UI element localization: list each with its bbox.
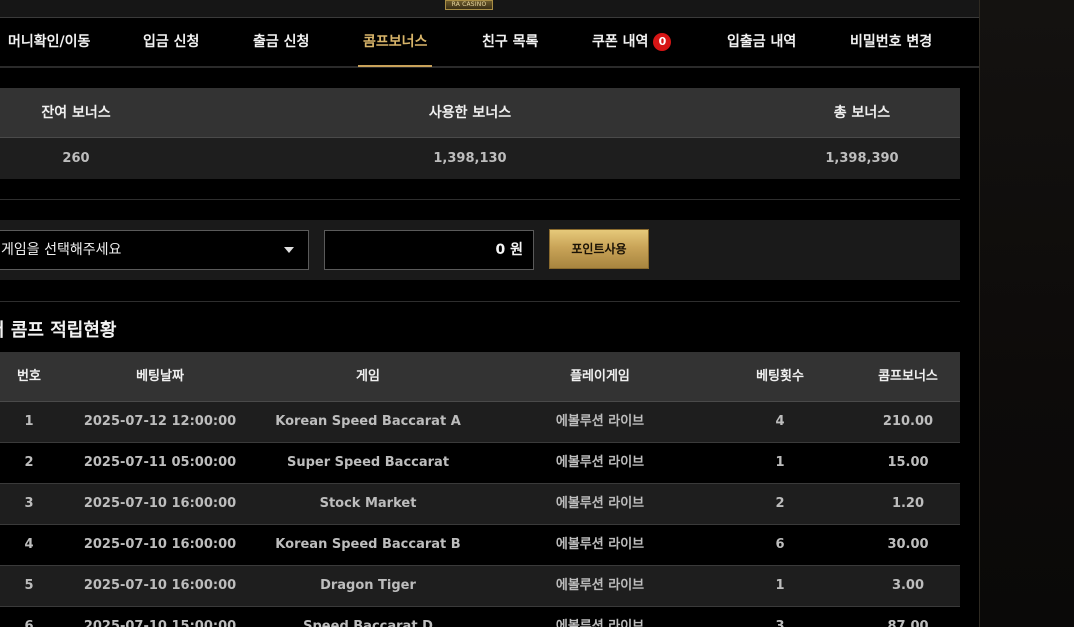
row-play-game: 에볼루션 라이브 xyxy=(555,619,645,627)
tab-money-check[interactable]: 머니확인/이동 xyxy=(8,18,90,66)
col-header-play-game: 플레이게임 xyxy=(570,369,630,384)
row-game: Super Speed Baccarat xyxy=(286,455,450,470)
row-number: 5 xyxy=(24,578,34,593)
main-frame: RA CASINO 머니확인/이동 입금 신청 출금 신청 콤프보너스 친구 목… xyxy=(0,0,980,627)
row-bet-date: 2025-07-10 16:00:00 xyxy=(83,537,237,552)
row-bet-date: 2025-07-10 16:00:00 xyxy=(83,496,237,511)
active-tab-indicator xyxy=(358,65,432,67)
bonus-summary-table: 잔여 보너스 사용한 보너스 총 보너스 260 1,398,130 1,398… xyxy=(0,88,960,179)
summary-header-row: 잔여 보너스 사용한 보너스 총 보너스 xyxy=(0,88,960,138)
tab-comp-bonus[interactable]: 콤프보너스 xyxy=(363,18,427,66)
row-comp-bonus: 15.00 xyxy=(887,455,929,470)
row-bet-count: 1 xyxy=(775,578,785,593)
row-game: Korean Speed Baccarat B xyxy=(275,537,461,552)
point-use-form: 게임을 선택해주세요 0 원 포인트사용 xyxy=(0,220,960,280)
row-play-game: 에볼루션 라이브 xyxy=(555,578,645,593)
tab-deposit-request[interactable]: 입금 신청 xyxy=(143,18,199,66)
tab-coupon-label: 쿠폰 내역 xyxy=(592,34,649,50)
col-header-comp-bonus: 콤프보너스 xyxy=(878,369,938,384)
row-comp-bonus: 30.00 xyxy=(887,537,929,552)
row-comp-bonus: 87.00 xyxy=(887,619,929,627)
row-number: 2 xyxy=(24,455,34,470)
game-select[interactable]: 게임을 선택해주세요 xyxy=(0,230,309,270)
row-game: Korean Speed Baccarat A xyxy=(275,414,461,429)
col-header-game: 게임 xyxy=(356,369,380,384)
row-bet-date: 2025-07-10 16:00:00 xyxy=(83,578,237,593)
row-game: Stock Market xyxy=(319,496,417,511)
row-game: Speed Baccarat D xyxy=(303,619,433,627)
tab-friend-list[interactable]: 친구 목록 xyxy=(482,18,538,66)
row-bet-count: 1 xyxy=(775,455,785,470)
row-bet-date: 2025-07-11 05:00:00 xyxy=(83,455,237,470)
table-row: 1 2025-07-12 12:00:00 Korean Speed Bacca… xyxy=(0,402,960,443)
row-game: Dragon Tiger xyxy=(320,578,416,593)
section-title: 저 콤프 적립현황 xyxy=(0,320,117,341)
divider xyxy=(0,301,960,302)
row-number: 4 xyxy=(24,537,34,552)
col-header-bet-count: 베팅횟수 xyxy=(756,369,804,384)
row-bet-date: 2025-07-12 12:00:00 xyxy=(83,414,237,429)
casino-logo[interactable]: RA CASINO xyxy=(445,0,493,10)
row-play-game: 에볼루션 라이브 xyxy=(555,496,645,511)
row-bet-count: 3 xyxy=(775,619,785,627)
summary-header-total: 총 보너스 xyxy=(833,105,891,121)
table-row: 4 2025-07-10 16:00:00 Korean Speed Bacca… xyxy=(0,525,960,566)
game-select-placeholder: 게임을 선택해주세요 xyxy=(1,242,122,258)
row-bet-count: 6 xyxy=(775,537,785,552)
divider xyxy=(0,199,960,200)
used-bonus-value: 1,398,130 xyxy=(433,151,507,166)
summary-header-remaining: 잔여 보너스 xyxy=(41,105,111,121)
tab-change-password[interactable]: 비밀번호 변경 xyxy=(850,18,932,66)
total-bonus-value: 1,398,390 xyxy=(825,151,899,166)
table-row: 5 2025-07-10 16:00:00 Dragon Tiger 에볼루션 … xyxy=(0,566,960,607)
col-header-number: 번호 xyxy=(17,369,41,384)
point-amount-input[interactable]: 0 원 xyxy=(324,230,534,270)
row-play-game: 에볼루션 라이브 xyxy=(555,455,645,470)
row-number: 3 xyxy=(24,496,34,511)
table-row: 6 2025-07-10 15:00:00 Speed Baccarat D 에… xyxy=(0,607,960,627)
tab-withdraw-request[interactable]: 출금 신청 xyxy=(253,18,309,66)
chevron-down-icon xyxy=(284,247,294,253)
table-row: 2 2025-07-11 05:00:00 Super Speed Baccar… xyxy=(0,443,960,484)
row-bet-count: 2 xyxy=(775,496,785,511)
row-bet-count: 4 xyxy=(775,414,785,429)
top-header-strip: RA CASINO xyxy=(0,0,979,18)
table-header-row: 번호 베팅날짜 게임 플레이게임 베팅횟수 콤프보너스 xyxy=(0,352,960,402)
row-play-game: 에볼루션 라이브 xyxy=(555,537,645,552)
remaining-bonus-value: 260 xyxy=(62,151,90,166)
tab-transaction-history[interactable]: 입출금 내역 xyxy=(727,18,796,66)
row-comp-bonus: 3.00 xyxy=(891,578,925,593)
tab-bar: 머니확인/이동 입금 신청 출금 신청 콤프보너스 친구 목록 쿠폰 내역 0 입… xyxy=(0,18,979,68)
table-row: 3 2025-07-10 16:00:00 Stock Market 에볼루션 … xyxy=(0,484,960,525)
tab-coupon-history[interactable]: 쿠폰 내역 0 xyxy=(592,18,672,66)
row-comp-bonus: 1.20 xyxy=(891,496,925,511)
coupon-count-badge: 0 xyxy=(653,33,672,51)
row-comp-bonus: 210.00 xyxy=(882,414,934,429)
summary-header-used: 사용한 보너스 xyxy=(428,105,512,121)
col-header-bet-date: 베팅날짜 xyxy=(136,369,184,384)
row-number: 1 xyxy=(24,414,34,429)
row-play-game: 에볼루션 라이브 xyxy=(555,414,645,429)
use-points-button[interactable]: 포인트사용 xyxy=(549,229,649,269)
row-number: 6 xyxy=(24,619,34,627)
row-bet-date: 2025-07-10 15:00:00 xyxy=(83,619,237,627)
summary-value-row: 260 1,398,130 1,398,390 xyxy=(0,138,960,179)
background-panel xyxy=(980,0,1074,627)
